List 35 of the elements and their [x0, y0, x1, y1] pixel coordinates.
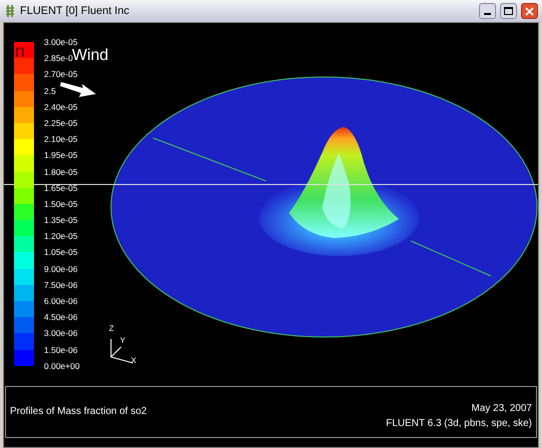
legend-label: 3.00e-05 [44, 37, 79, 48]
legend-label: 1.50e-05 [44, 198, 79, 211]
annotation-label: Wind [72, 48, 108, 64]
plot-date: May 23, 2007 [471, 402, 532, 416]
axis-label: X [131, 357, 136, 365]
legend-label: 1.50e-06 [44, 344, 79, 357]
close-button[interactable] [521, 3, 538, 19]
solver-version: FLUENT 6.3 (3d, pbns, spe, ske) [386, 417, 532, 431]
legend-label: 2.40e-05 [44, 102, 79, 114]
plot-caption: Profiles of Mass fraction of so2 [10, 405, 147, 419]
legend-label: 2.10e-05 [44, 134, 79, 146]
legend-label: 0.00e+00 [44, 360, 80, 373]
app-icon [4, 4, 16, 18]
axis-label: Z [109, 325, 114, 333]
legend-label: 3.00e-06 [44, 328, 79, 340]
legend-label: 1.80e-05 [44, 166, 79, 178]
legend-label: 1.95e-05 [44, 150, 79, 162]
legend-label: 2.5 [44, 86, 57, 98]
legend-label: 6.00e-06 [44, 296, 79, 308]
axis-label: Y [120, 337, 126, 345]
legend-label: 7.50e-06 [44, 280, 79, 292]
minimize-button[interactable] [479, 3, 496, 19]
wind-arrow-icon [60, 82, 96, 98]
legend-label: 1.65e-05 [44, 182, 79, 195]
legend-label: 2.25e-05 [44, 118, 79, 130]
legend-label: 1.35e-05 [44, 215, 79, 228]
legend-label: 1.20e-05 [44, 231, 79, 244]
close-icon [525, 6, 534, 16]
overlay-letter: n [15, 42, 26, 60]
maximize-button[interactable] [500, 3, 517, 19]
legend-label: 2.70e-05 [44, 69, 79, 82]
window-title: FLUENT [0] Fluent Inc [20, 4, 130, 19]
legend-label: 1.05e-05 [44, 247, 79, 260]
legend-label: 9.00e-06 [44, 264, 79, 276]
legend-label: 4.50e-06 [44, 312, 79, 324]
